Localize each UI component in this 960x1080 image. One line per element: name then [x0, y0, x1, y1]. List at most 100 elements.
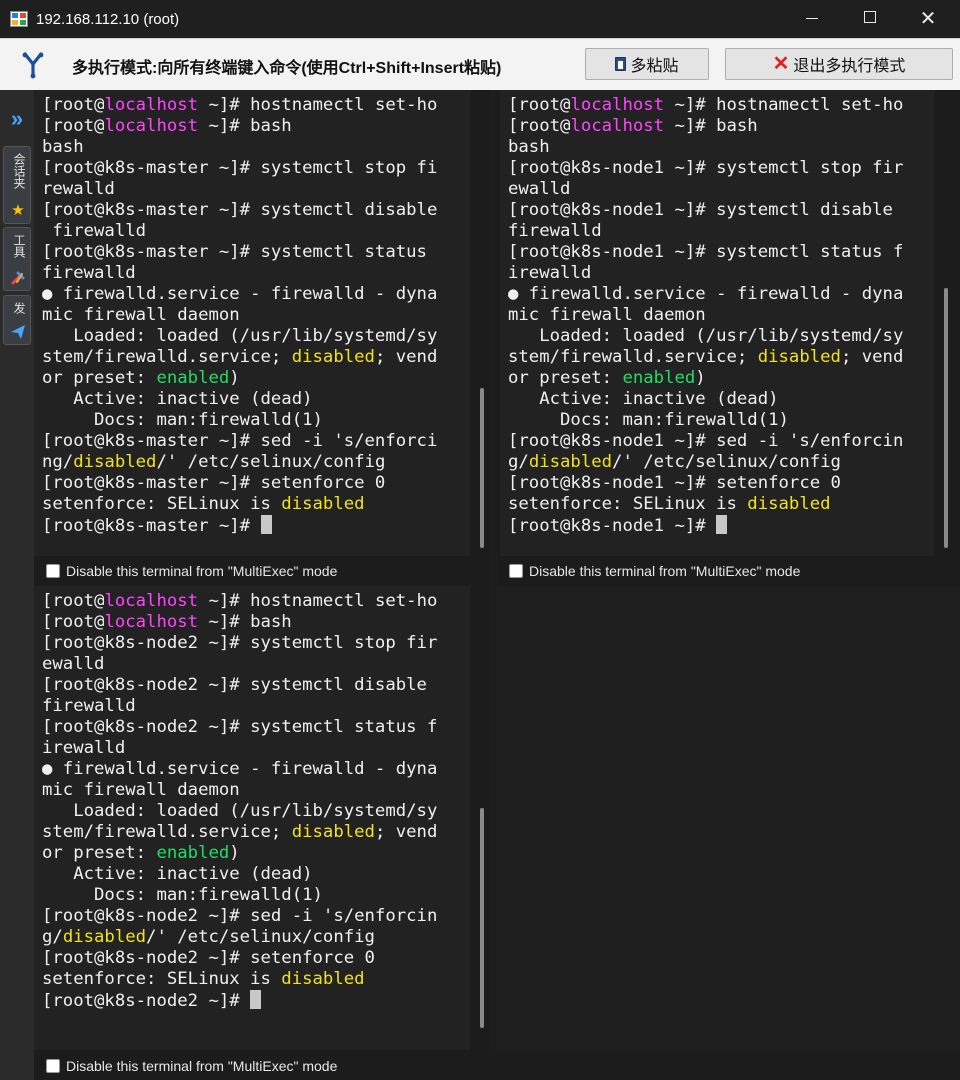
exit-multiexec-button[interactable]: ✕ 退出多执行模式	[725, 48, 953, 80]
terminal-line: ● firewalld.service - firewalld - dyna	[42, 759, 437, 780]
terminal-text: [root@k8s-node1 ~]# systemctl stop fir	[508, 158, 904, 178]
terminal-line: ewalld	[508, 179, 903, 200]
terminal-line: firewalld	[42, 221, 437, 242]
terminal-text: localhost	[104, 95, 199, 115]
terminal-text: [root@k8s-node2 ~]# systemctl disable	[42, 675, 438, 695]
terminal-line: or preset: enabled)	[42, 843, 437, 864]
terminal-text: mic firewall daemon	[42, 780, 240, 800]
terminal-text: [root@k8s-master ~]# setenforce 0	[42, 473, 386, 493]
terminal-text: ng/	[42, 452, 74, 472]
terminal-text: ● firewalld.service - firewalld - dyna	[42, 284, 438, 304]
terminal-text: [root@k8s-node1 ~]# setenforce 0	[508, 473, 841, 493]
close-button[interactable]: ✕	[900, 0, 956, 38]
terminal-text: mic firewall daemon	[42, 305, 240, 325]
terminal-text: ; vend	[374, 822, 438, 842]
sidebar-tab-send[interactable]: 发	[3, 295, 31, 345]
terminal-text: [root@k8s-node2 ~]# setenforce 0	[42, 948, 375, 968]
terminal-text: firewalld	[42, 221, 147, 241]
terminal-scrollbar[interactable]	[480, 388, 484, 548]
terminal-line: ewalld	[42, 654, 437, 675]
terminal-line: or preset: enabled)	[42, 368, 437, 389]
terminal-text: ; vend	[374, 347, 438, 367]
terminal-scrollbar[interactable]	[480, 808, 484, 1028]
terminal-line: stem/firewalld.service; disabled; vend	[42, 822, 437, 843]
app-icon	[10, 11, 28, 27]
multiexec-disable-checkbox[interactable]	[46, 564, 60, 578]
terminal-line: [root@k8s-master ~]# systemctl stop fi	[42, 158, 437, 179]
terminal-line: Active: inactive (dead)	[42, 864, 437, 885]
multiexec-disable-row[interactable]: Disable this terminal from "MultiExec" m…	[509, 556, 800, 586]
terminal-line: ● firewalld.service - firewalld - dyna	[508, 284, 903, 305]
multiexec-disable-checkbox[interactable]	[509, 564, 523, 578]
expand-sidebar-icon[interactable]: »	[5, 108, 29, 132]
terminal-line: Loaded: loaded (/usr/lib/systemd/sy	[42, 801, 437, 822]
multiexec-disable-row[interactable]: Disable this terminal from "MultiExec" m…	[46, 556, 337, 586]
terminal-line: ● firewalld.service - firewalld - dyna	[42, 284, 437, 305]
terminal-text: [root@k8s-master ~]# systemctl stop fi	[42, 158, 438, 178]
terminal-text: ~]# hostnamectl set-ho	[198, 591, 438, 611]
terminal-line: firewalld	[508, 221, 903, 242]
terminal-text: disabled	[747, 494, 831, 514]
window-title: 192.168.112.10 (root)	[36, 11, 180, 28]
terminal-text: localhost	[104, 591, 199, 611]
terminal-text: setenforce: SELinux is	[42, 494, 282, 514]
sidebar-tab-sessions-label: 会话夹	[12, 153, 26, 189]
terminal-text: stem/firewalld.service;	[42, 347, 292, 367]
terminal-line: Docs: man:firewalld(1)	[42, 410, 437, 431]
terminal-line: [root@localhost ~]# hostnamectl set-ho	[42, 95, 437, 116]
terminal-line: [root@localhost ~]# bash	[508, 116, 903, 137]
terminal-pane-node1: [root@localhost ~]# hostnamectl set-ho [r…	[497, 90, 960, 586]
terminal-output: [root@localhost ~]# hostnamectl set-ho [r…	[42, 95, 437, 536]
terminal-line: [root@k8s-node2 ~]# sed -i 's/enforcin	[42, 906, 437, 927]
terminal-scrollbar[interactable]	[944, 288, 948, 548]
terminal-text: Docs: man:firewalld(1)	[42, 410, 323, 430]
terminal-text: Docs: man:firewalld(1)	[42, 885, 323, 905]
terminal-text: enabled	[622, 368, 696, 388]
terminal-output: [root@localhost ~]# hostnamectl set-ho [r…	[42, 591, 437, 1011]
terminal-text: irewalld	[42, 738, 126, 758]
minimize-button[interactable]	[784, 0, 840, 38]
maximize-button[interactable]	[842, 0, 898, 38]
multiexec-disable-row[interactable]: Disable this terminal from "MultiExec" m…	[46, 1052, 337, 1080]
sidebar-tab-tools[interactable]: 工具	[3, 227, 31, 291]
terminal-text: [root@k8s-node1 ~]# systemctl status f	[508, 242, 904, 262]
terminal-text: disabled	[757, 347, 841, 367]
terminal-master[interactable]: [root@localhost ~]# hostnamectl set-ho [r…	[34, 90, 470, 556]
terminal-line: firewalld	[42, 696, 437, 717]
terminal-line: g/disabled/' /etc/selinux/config	[508, 452, 903, 473]
terminal-text: Active: inactive (dead)	[42, 389, 313, 409]
terminal-text: g/	[508, 452, 529, 472]
terminal-text: disabled	[281, 969, 365, 989]
terminal-line: or preset: enabled)	[508, 368, 903, 389]
terminal-line: Docs: man:firewalld(1)	[508, 410, 903, 431]
terminal-line: ng/disabled/' /etc/selinux/config	[42, 452, 437, 473]
title-bar: 192.168.112.10 (root) ✕	[0, 0, 960, 38]
terminal-text: Loaded: loaded (/usr/lib/systemd/sy	[42, 326, 438, 346]
terminal-line: irewalld	[42, 738, 437, 759]
terminal-text: ● firewalld.service - firewalld - dyna	[508, 284, 904, 304]
terminal-line: stem/firewalld.service; disabled; vend	[42, 347, 437, 368]
multi-paste-button[interactable]: 多粘贴	[585, 48, 709, 80]
terminal-line: [root@k8s-node1 ~]#	[508, 515, 903, 536]
terminal-text: disabled	[62, 927, 147, 947]
terminal-line: [root@localhost ~]# hostnamectl set-ho	[42, 591, 437, 612]
terminal-text: [root@k8s-node2 ~]# sed -i 's/enforcin	[42, 906, 438, 926]
terminal-line: Docs: man:firewalld(1)	[42, 885, 437, 906]
terminal-text: ; vend	[840, 347, 904, 367]
terminal-text: Active: inactive (dead)	[508, 389, 779, 409]
sidebar-tab-sessions[interactable]: 会话夹 ★	[3, 146, 31, 224]
multiexec-disable-checkbox[interactable]	[46, 1059, 60, 1073]
terminal-node1[interactable]: [root@localhost ~]# hostnamectl set-ho [r…	[500, 90, 934, 556]
terminal-line: [root@k8s-master ~]#	[42, 515, 437, 536]
terminal-node2[interactable]: [root@localhost ~]# hostnamectl set-ho [r…	[34, 586, 470, 1050]
terminal-text: [root@k8s-node1 ~]# sed -i 's/enforcin	[508, 431, 904, 451]
terminal-line: Active: inactive (dead)	[508, 389, 903, 410]
terminal-text: ~]# bash	[664, 116, 758, 136]
terminal-line: bash	[42, 137, 437, 158]
star-icon: ★	[11, 202, 25, 219]
multi-paste-label: 多粘贴	[630, 58, 679, 75]
terminal-line: setenforce: SELinux is disabled	[42, 969, 437, 990]
terminal-cursor	[716, 515, 728, 534]
terminal-line: Loaded: loaded (/usr/lib/systemd/sy	[42, 326, 437, 347]
send-icon	[11, 325, 25, 339]
